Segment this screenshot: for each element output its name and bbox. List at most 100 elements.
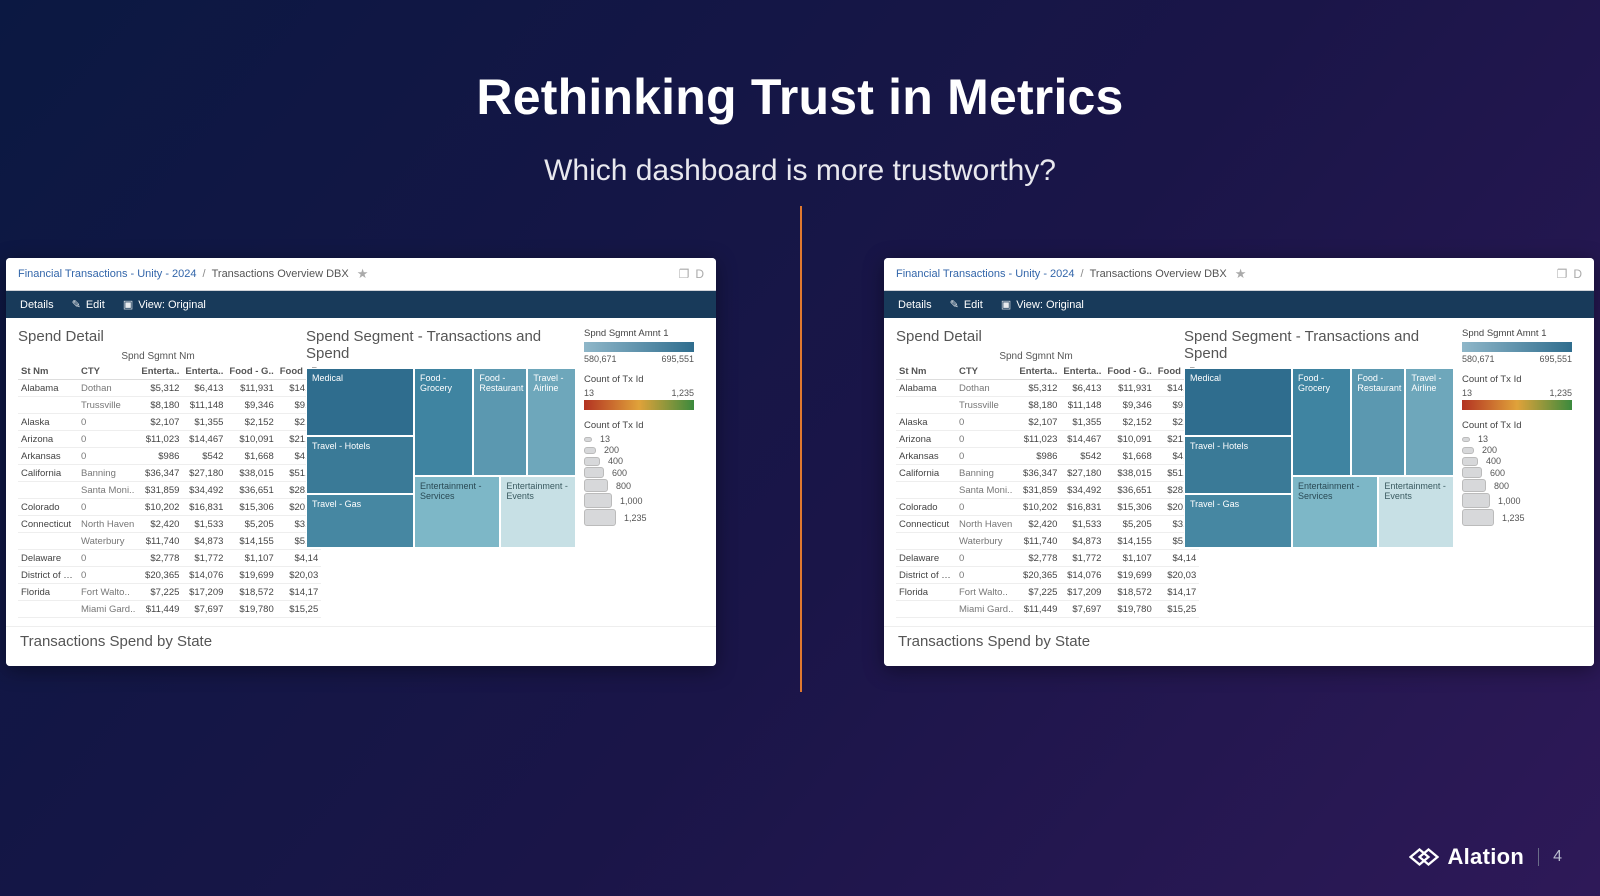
- treemap-tile-ent-services[interactable]: Entertainment - Services: [414, 476, 500, 548]
- table-row[interactable]: Arizona0$11,023$14,467$10,091$21,12: [18, 431, 321, 448]
- table-row[interactable]: Delaware0$2,778$1,772$1,107$4,14: [896, 550, 1199, 567]
- details-tab[interactable]: Details: [20, 299, 54, 311]
- treemap-tile-grocery[interactable]: Food - Grocery: [414, 368, 473, 476]
- treemap-tile-airline[interactable]: Travel - Airline: [1405, 368, 1454, 476]
- treemap-tile-medical[interactable]: Medical: [1184, 368, 1292, 436]
- treemap-tile-restaurant[interactable]: Food - Restaurant: [473, 368, 527, 476]
- cell-value: $15,25: [1155, 601, 1200, 618]
- edit-button[interactable]: ✎Edit: [72, 298, 105, 311]
- cell-city: Dothan: [956, 380, 1016, 397]
- table-row[interactable]: AlabamaDothan$5,312$6,413$11,931$14,81: [896, 380, 1199, 397]
- view-button[interactable]: ▣View: Original: [123, 298, 206, 311]
- treemap-tile-medical[interactable]: Medical: [306, 368, 414, 436]
- favorite-star-icon[interactable]: ★: [357, 266, 369, 282]
- cell-value: $8,180: [138, 397, 182, 414]
- tab-icon[interactable]: ❐: [679, 267, 690, 281]
- table-row[interactable]: ConnecticutNorth Haven$2,420$1,533$5,205…: [18, 516, 321, 533]
- cell-value: $14,155: [1104, 533, 1154, 550]
- treemap-tile-gas[interactable]: Travel - Gas: [1184, 494, 1292, 548]
- cell-value: $31,859: [1016, 482, 1060, 499]
- cell-value: $19,780: [226, 601, 276, 618]
- more-icon[interactable]: D: [695, 267, 704, 281]
- cell-value: $20,03: [1155, 567, 1200, 584]
- table-row[interactable]: Alaska0$2,107$1,355$2,152$2,71: [18, 414, 321, 431]
- table-header-row: St NmCTYEnterta..Enterta..Food - G..Food…: [896, 364, 1199, 380]
- treemap-tile-restaurant[interactable]: Food - Restaurant: [1351, 368, 1405, 476]
- table-row[interactable]: Delaware0$2,778$1,772$1,107$4,14: [18, 550, 321, 567]
- breadcrumb: Financial Transactions - Unity - 2024 / …: [884, 258, 1594, 291]
- table-row[interactable]: Waterbury$11,740$4,873$14,155$5,59: [896, 533, 1199, 550]
- cell-city: 0: [956, 431, 1016, 448]
- treemap-tile-grocery[interactable]: Food - Grocery: [1292, 368, 1351, 476]
- table-row[interactable]: Colorado0$10,202$16,831$15,306$20,96: [18, 499, 321, 516]
- cell-value: $31,859: [138, 482, 182, 499]
- edit-icon: ✎: [950, 298, 959, 311]
- details-tab[interactable]: Details: [898, 299, 932, 311]
- treemap-tile-hotels[interactable]: Travel - Hotels: [1184, 436, 1292, 494]
- table-row[interactable]: Arkansas0$986$542$1,668$4,08: [18, 448, 321, 465]
- table-row[interactable]: Arkansas0$986$542$1,668$4,08: [896, 448, 1199, 465]
- cell-value: $17,209: [182, 584, 226, 601]
- table-row[interactable]: Waterbury$11,740$4,873$14,155$5,59: [18, 533, 321, 550]
- cell-value: $36,347: [138, 465, 182, 482]
- breadcrumb-root[interactable]: Financial Transactions - Unity - 2024: [18, 268, 197, 280]
- cell-value: $15,306: [226, 499, 276, 516]
- table-row[interactable]: District of C..0$20,365$14,076$19,699$20…: [18, 567, 321, 584]
- legend-size-swatch: [584, 447, 596, 454]
- slide-footer: Alation 4: [1409, 844, 1562, 870]
- treemap-tile-ent-services[interactable]: Entertainment - Services: [1292, 476, 1378, 548]
- breadcrumb-current: Transactions Overview DBX: [212, 268, 349, 280]
- table-row[interactable]: Arizona0$11,023$14,467$10,091$21,12: [896, 431, 1199, 448]
- table-row[interactable]: Trussville$8,180$11,148$9,346$9,53: [18, 397, 321, 414]
- cell-value: $10,202: [1016, 499, 1060, 516]
- favorite-star-icon[interactable]: ★: [1235, 266, 1247, 282]
- edit-button[interactable]: ✎Edit: [950, 298, 983, 311]
- treemap-tile-gas[interactable]: Travel - Gas: [306, 494, 414, 548]
- breadcrumb-current: Transactions Overview DBX: [1090, 268, 1227, 280]
- table-row[interactable]: Alaska0$2,107$1,355$2,152$2,71: [896, 414, 1199, 431]
- treemap-tile-ent-events[interactable]: Entertainment - Events: [500, 476, 576, 548]
- cell-value: $5,205: [226, 516, 276, 533]
- cell-value: $14,155: [226, 533, 276, 550]
- cell-value: $18,572: [1104, 584, 1154, 601]
- table-row[interactable]: Santa Moni..$31,859$34,492$36,651$28,18: [896, 482, 1199, 499]
- cell-value: $10,091: [226, 431, 276, 448]
- cell-value: $542: [182, 448, 226, 465]
- tab-icon[interactable]: ❐: [1557, 267, 1568, 281]
- table-row[interactable]: Trussville$8,180$11,148$9,346$9,53: [896, 397, 1199, 414]
- table-row[interactable]: FloridaFort Walto..$7,225$17,209$18,572$…: [896, 584, 1199, 601]
- treemap-tile-hotels[interactable]: Travel - Hotels: [306, 436, 414, 494]
- view-button[interactable]: ▣View: Original: [1001, 298, 1084, 311]
- cell-value: $4,14: [277, 550, 322, 567]
- alation-mark-icon: [1409, 846, 1439, 868]
- breadcrumb-root[interactable]: Financial Transactions - Unity - 2024: [896, 268, 1075, 280]
- treemap-tile-airline[interactable]: Travel - Airline: [527, 368, 576, 476]
- table-row[interactable]: District of C..0$20,365$14,076$19,699$20…: [896, 567, 1199, 584]
- cell-value: $11,449: [1016, 601, 1060, 618]
- legend-count-gradient: [1462, 400, 1572, 410]
- table-row[interactable]: Colorado0$10,202$16,831$15,306$20,96: [896, 499, 1199, 516]
- cell-city: Miami Gard..: [78, 601, 138, 618]
- cell-value: $11,449: [138, 601, 182, 618]
- table-row[interactable]: Santa Moni..$31,859$34,492$36,651$28,18: [18, 482, 321, 499]
- table-row[interactable]: CaliforniaBanning$36,347$27,180$38,015$5…: [896, 465, 1199, 482]
- cell-value: $7,697: [182, 601, 226, 618]
- legend-size-title: Count of Tx Id: [1462, 420, 1582, 431]
- view-icon: ▣: [123, 298, 133, 311]
- table-row[interactable]: FloridaFort Walto..$7,225$17,209$18,572$…: [18, 584, 321, 601]
- table-row[interactable]: ConnecticutNorth Haven$2,420$1,533$5,205…: [896, 516, 1199, 533]
- table-row[interactable]: Miami Gard..$11,449$7,697$19,780$15,25: [896, 601, 1199, 618]
- table-col-header: Enterta..: [1016, 364, 1060, 380]
- cell-value: $11,740: [1016, 533, 1060, 550]
- table-row[interactable]: AlabamaDothan$5,312$6,413$11,931$14,81: [18, 380, 321, 397]
- table-row[interactable]: Miami Gard..$11,449$7,697$19,780$15,25: [18, 601, 321, 618]
- legend-size-label: 13: [600, 434, 610, 444]
- cell-value: $15,25: [277, 601, 322, 618]
- table-row[interactable]: CaliforniaBanning$36,347$27,180$38,015$5…: [18, 465, 321, 482]
- more-icon[interactable]: D: [1573, 267, 1582, 281]
- treemap-tile-ent-events[interactable]: Entertainment - Events: [1378, 476, 1454, 548]
- cell-value: $1,355: [1060, 414, 1104, 431]
- cell-value: $5,312: [138, 380, 182, 397]
- legend-size-swatch: [584, 467, 604, 478]
- cell-city: 0: [956, 567, 1016, 584]
